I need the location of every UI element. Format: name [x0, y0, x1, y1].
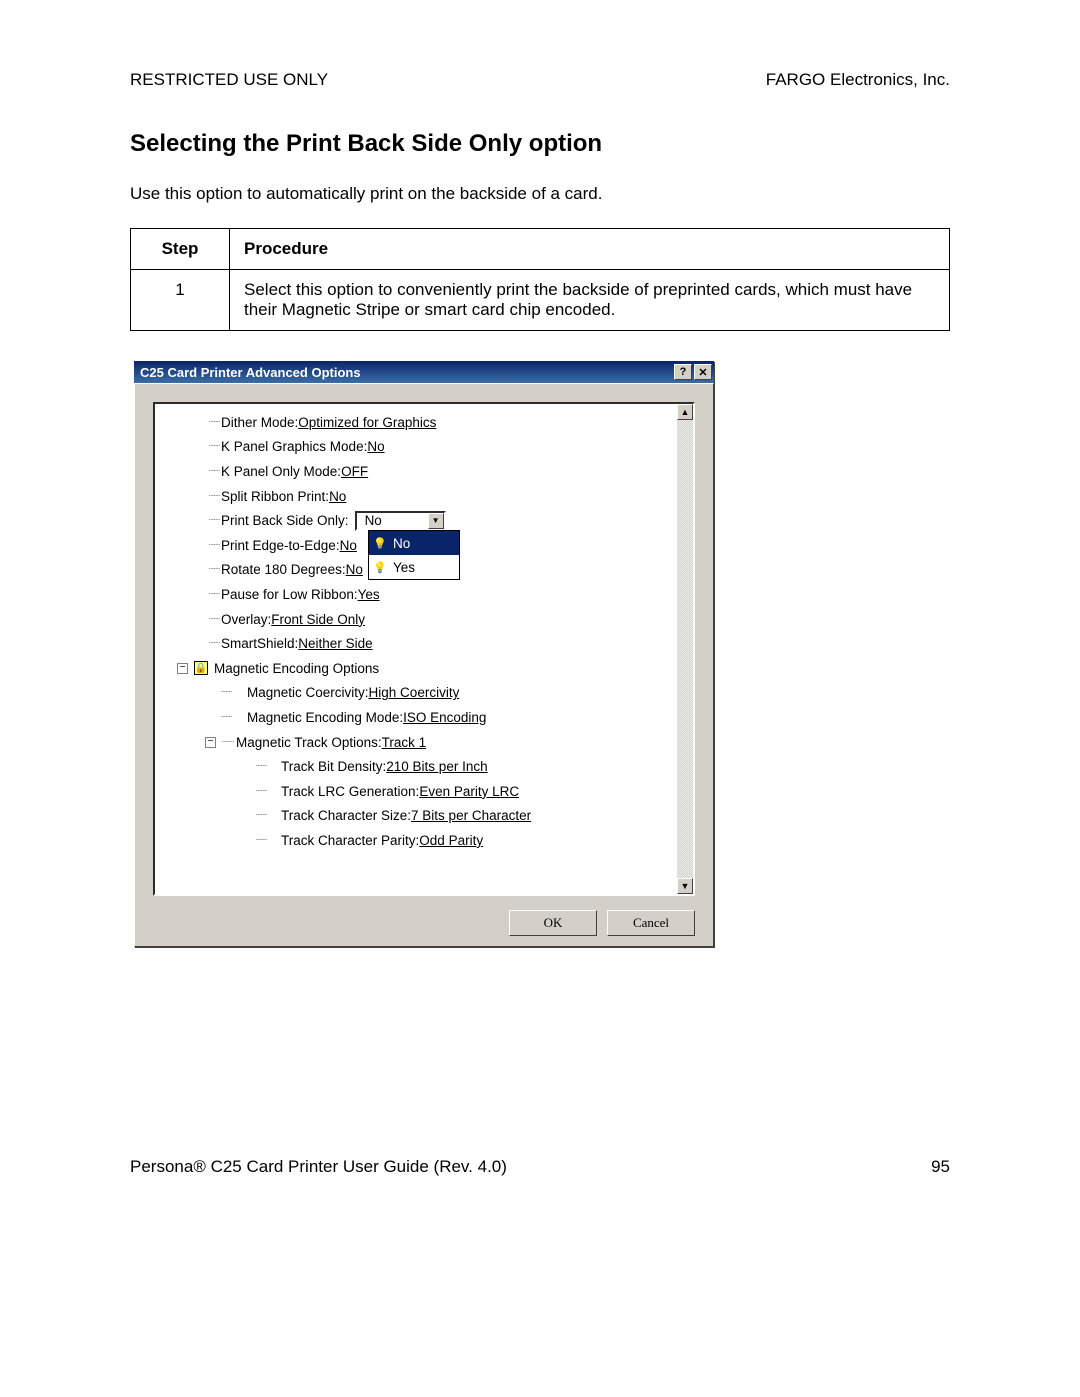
- page-title: Selecting the Print Back Side Only optio…: [130, 130, 950, 158]
- step-number: 1: [131, 270, 230, 331]
- print-back-label: Print Back Side Only:: [221, 513, 349, 528]
- dither-label: Dither Mode:: [221, 415, 298, 430]
- expand-icon[interactable]: −: [205, 737, 216, 748]
- mag-encoding-mode-value[interactable]: ISO Encoding: [403, 710, 486, 725]
- overlay-value[interactable]: Front Side Only: [271, 612, 365, 627]
- dither-value[interactable]: Optimized for Graphics: [298, 415, 436, 430]
- track-bit-density-label: Track Bit Density:: [281, 759, 386, 774]
- advanced-options-dialog: C25 Card Printer Advanced Options ? ✕ ┈┈…: [134, 361, 714, 947]
- options-tree[interactable]: ┈┈Dither Mode: Optimized for Graphics ┈┈…: [155, 404, 677, 894]
- print-back-combo[interactable]: No ▼: [355, 511, 446, 531]
- page-number: 95: [931, 1157, 950, 1177]
- track-char-parity-label: Track Character Parity:: [281, 833, 419, 848]
- track-lrc-value[interactable]: Even Parity LRC: [419, 784, 519, 799]
- mag-track-options-value[interactable]: Track 1: [382, 735, 427, 750]
- track-char-size-value[interactable]: 7 Bits per Character: [411, 808, 531, 823]
- close-button[interactable]: ✕: [694, 364, 712, 380]
- rotate180-value[interactable]: No: [346, 562, 363, 577]
- smartshield-value[interactable]: Neither Side: [298, 636, 372, 651]
- track-lrc-label: Track LRC Generation:: [281, 784, 419, 799]
- scroll-track[interactable]: [677, 420, 693, 878]
- ok-button[interactable]: OK: [509, 910, 597, 936]
- header-left: RESTRICTED USE ONLY: [130, 70, 328, 90]
- rotate180-label: Rotate 180 Degrees:: [221, 562, 346, 577]
- mag-coercivity-label: Magnetic Coercivity:: [247, 685, 369, 700]
- split-ribbon-label: Split Ribbon Print:: [221, 489, 329, 504]
- pause-low-ribbon-label: Pause for Low Ribbon:: [221, 587, 358, 602]
- mag-options-label: Magnetic Encoding Options: [214, 661, 379, 676]
- dialog-title: C25 Card Printer Advanced Options: [140, 365, 361, 380]
- procedure-table: Step Procedure 1 Select this option to c…: [130, 228, 950, 331]
- print-back-combo-value: No: [357, 513, 428, 528]
- edge-to-edge-value[interactable]: No: [340, 538, 357, 553]
- pause-low-ribbon-value[interactable]: Yes: [358, 587, 380, 602]
- scroll-up-icon[interactable]: ▲: [677, 404, 693, 420]
- dialog-titlebar[interactable]: C25 Card Printer Advanced Options ? ✕: [134, 361, 714, 383]
- expand-icon[interactable]: −: [177, 663, 188, 674]
- cancel-button[interactable]: Cancel: [607, 910, 695, 936]
- mag-coercivity-value[interactable]: High Coercivity: [369, 685, 460, 700]
- mag-encoding-mode-label: Magnetic Encoding Mode:: [247, 710, 403, 725]
- mag-track-options-label: Magnetic Track Options:: [236, 735, 382, 750]
- scroll-down-icon[interactable]: ▼: [677, 878, 693, 894]
- step-procedure: Select this option to conveniently print…: [230, 270, 950, 331]
- lock-icon: 🔒: [194, 661, 208, 675]
- col-step-header: Step: [131, 229, 230, 270]
- chevron-down-icon[interactable]: ▼: [428, 513, 444, 529]
- kpanel-only-label: K Panel Only Mode:: [221, 464, 341, 479]
- header-right: FARGO Electronics, Inc.: [766, 70, 950, 90]
- col-procedure-header: Procedure: [230, 229, 950, 270]
- overlay-label: Overlay:: [221, 612, 271, 627]
- track-char-parity-value[interactable]: Odd Parity: [419, 833, 483, 848]
- kpanel-only-value[interactable]: OFF: [341, 464, 368, 479]
- smartshield-label: SmartShield:: [221, 636, 298, 651]
- split-ribbon-value[interactable]: No: [329, 489, 346, 504]
- track-char-size-label: Track Character Size:: [281, 808, 411, 823]
- kpanel-graphics-value[interactable]: No: [367, 439, 384, 454]
- footer-left: Persona® C25 Card Printer User Guide (Re…: [130, 1157, 507, 1177]
- track-bit-density-value[interactable]: 210 Bits per Inch: [386, 759, 487, 774]
- help-button[interactable]: ?: [674, 364, 692, 380]
- kpanel-graphics-label: K Panel Graphics Mode:: [221, 439, 367, 454]
- scrollbar[interactable]: ▲ ▼: [677, 404, 693, 894]
- intro-text: Use this option to automatically print o…: [130, 184, 950, 204]
- edge-to-edge-label: Print Edge-to-Edge:: [221, 538, 340, 553]
